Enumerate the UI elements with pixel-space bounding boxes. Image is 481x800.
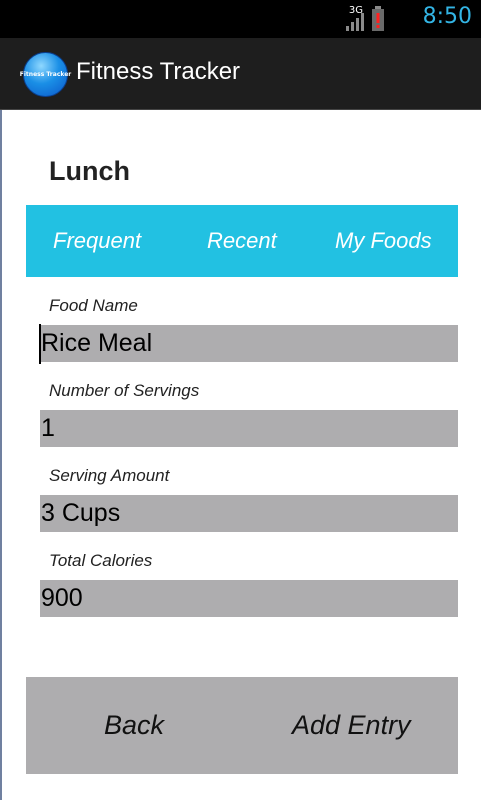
- signal-icon: [346, 13, 364, 31]
- status-icons: [345, 6, 385, 32]
- tab-my-foods[interactable]: My Foods: [335, 205, 432, 277]
- meal-title: Lunch: [49, 156, 130, 186]
- back-button[interactable]: Back: [104, 677, 164, 774]
- total-calories-label: Total Calories: [49, 551, 153, 570]
- add-entry-button[interactable]: Add Entry: [292, 677, 411, 774]
- tab-frequent[interactable]: Frequent: [53, 205, 141, 277]
- battery-alert-icon: [372, 6, 384, 31]
- app-logo-icon[interactable]: Fitness Tracker: [19, 52, 72, 97]
- app-title: Fitness Tracker: [76, 58, 241, 85]
- action-bar: Fitness Tracker Fitness Tracker: [0, 38, 481, 110]
- tab-recent[interactable]: Recent: [207, 205, 277, 277]
- status-clock: 8:50: [422, 4, 472, 29]
- servings-field[interactable]: 1: [40, 410, 458, 447]
- food-name-field[interactable]: Rice Meal: [40, 325, 458, 362]
- text-cursor: [39, 324, 41, 364]
- bottom-action-bar: Back Add Entry: [26, 677, 458, 774]
- serving-amount-label: Serving Amount: [49, 466, 170, 485]
- total-calories-field[interactable]: 900: [40, 580, 458, 617]
- food-name-label: Food Name: [49, 296, 138, 315]
- servings-label: Number of Servings: [49, 381, 200, 400]
- food-source-tabs: Frequent Recent My Foods: [26, 205, 458, 277]
- status-bar: 3G 8:50: [0, 0, 481, 38]
- serving-amount-field[interactable]: 3 Cups: [40, 495, 458, 532]
- app-logo-text: Fitness Tracker: [19, 71, 72, 78]
